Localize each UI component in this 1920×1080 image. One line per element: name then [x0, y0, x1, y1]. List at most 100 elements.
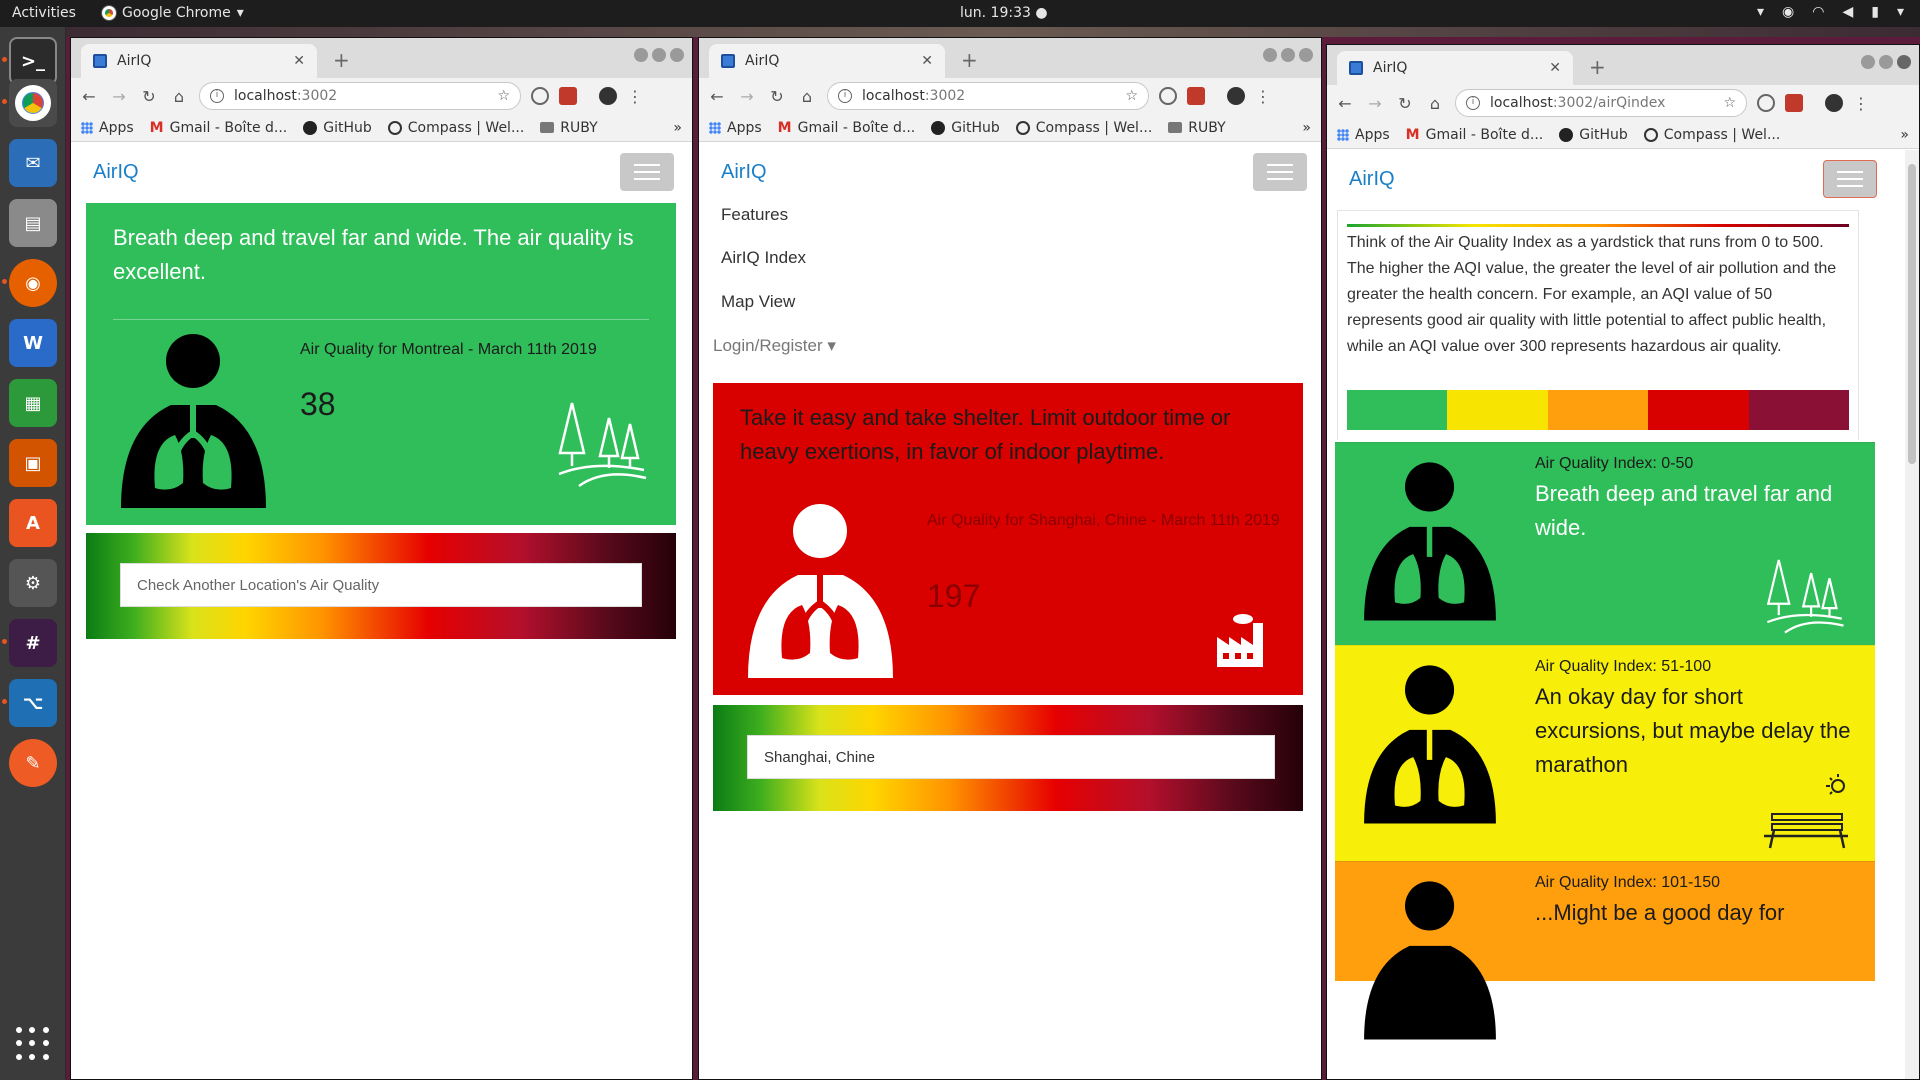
menu-toggle-button[interactable]: [1253, 153, 1307, 191]
minimize-button[interactable]: [1861, 55, 1875, 69]
software-icon[interactable]: A: [9, 499, 57, 547]
menu-kebab-icon[interactable]: ⋮: [1853, 94, 1869, 113]
wifi-icon[interactable]: ◠: [1812, 4, 1824, 20]
bookmark-gmail[interactable]: M Gmail - Boîte d...: [150, 120, 288, 136]
activities-button[interactable]: Activities: [12, 5, 76, 21]
bookmarks-overflow[interactable]: »: [673, 120, 682, 136]
close-window-button[interactable]: [1299, 48, 1313, 62]
bookmark-github[interactable]: GitHub: [303, 120, 372, 136]
maximize-button[interactable]: [1281, 48, 1295, 62]
extension-icon[interactable]: [559, 87, 577, 105]
brand-link[interactable]: AirIQ: [1349, 168, 1395, 191]
back-icon[interactable]: ←: [79, 87, 99, 106]
bookmark-compass[interactable]: Compass | Wel...: [1643, 127, 1780, 143]
address-bar[interactable]: i localhost:3002 ☆: [827, 82, 1149, 110]
bookmarks-overflow[interactable]: »: [1900, 127, 1909, 143]
maximize-button[interactable]: [1879, 55, 1893, 69]
profile-avatar[interactable]: [1227, 87, 1245, 105]
home-icon[interactable]: ⌂: [1425, 94, 1445, 113]
extension-icon[interactable]: [1757, 94, 1775, 112]
home-icon[interactable]: ⌂: [797, 87, 817, 106]
close-icon[interactable]: ✕: [1549, 60, 1561, 76]
new-tab-button[interactable]: +: [333, 48, 350, 72]
maximize-button[interactable]: [652, 48, 666, 62]
minimize-button[interactable]: [634, 48, 648, 62]
browser-tab[interactable]: AirIQ ✕: [81, 44, 317, 78]
bookmark-star-icon[interactable]: ☆: [1125, 88, 1138, 104]
bookmark-apps[interactable]: Apps: [709, 120, 762, 136]
browser-tab[interactable]: AirIQ ✕: [1337, 51, 1573, 85]
bookmark-star-icon[interactable]: ☆: [497, 88, 510, 104]
record-icon[interactable]: ◉: [1782, 4, 1794, 20]
info-icon[interactable]: i: [838, 89, 852, 103]
page-scrollbar[interactable]: [1905, 150, 1919, 1079]
extension-icon[interactable]: [531, 87, 549, 105]
calc-icon[interactable]: ▦: [9, 379, 57, 427]
bookmark-gmail[interactable]: M Gmail - Boîte d...: [778, 120, 916, 136]
home-icon[interactable]: ⌂: [169, 87, 189, 106]
browser-tab[interactable]: AirIQ ✕: [709, 44, 945, 78]
bookmark-ruby[interactable]: RUBY: [540, 120, 598, 136]
brand-link[interactable]: AirIQ: [721, 161, 767, 184]
extension-icon[interactable]: [1159, 87, 1177, 105]
bookmark-ruby[interactable]: RUBY: [1168, 120, 1226, 136]
reload-icon[interactable]: ↻: [139, 87, 159, 106]
menu-kebab-icon[interactable]: ⋮: [1255, 87, 1271, 106]
brand-link[interactable]: AirIQ: [93, 161, 139, 184]
nav-link-features[interactable]: Features: [721, 205, 788, 225]
close-icon[interactable]: ✕: [921, 53, 933, 69]
forward-icon[interactable]: →: [737, 87, 757, 106]
app-menu[interactable]: Google Chrome ▾: [102, 5, 244, 21]
impress-icon[interactable]: ▣: [9, 439, 57, 487]
postman-icon[interactable]: ✎: [9, 739, 57, 787]
system-tray[interactable]: ▾ ◉ ◠ ◀ ▮ ▾: [1757, 4, 1904, 20]
close-window-button[interactable]: [1897, 55, 1911, 69]
address-bar[interactable]: i localhost:3002/airQindex ☆: [1455, 89, 1747, 117]
location-search-input[interactable]: Shanghai, Chine: [747, 735, 1275, 779]
profile-avatar[interactable]: [1825, 94, 1843, 112]
reload-icon[interactable]: ↻: [767, 87, 787, 106]
back-icon[interactable]: ←: [707, 87, 727, 106]
power-menu-icon[interactable]: ▾: [1897, 4, 1904, 20]
thunderbird-icon[interactable]: ✉: [9, 139, 57, 187]
location-search-input[interactable]: Check Another Location's Air Quality: [120, 563, 642, 607]
menu-toggle-button[interactable]: [620, 153, 674, 191]
writer-icon[interactable]: W: [9, 319, 57, 367]
profile-avatar[interactable]: [599, 87, 617, 105]
back-icon[interactable]: ←: [1335, 94, 1355, 113]
forward-icon[interactable]: →: [1365, 94, 1385, 113]
address-bar[interactable]: i localhost:3002 ☆: [199, 82, 521, 110]
bookmark-github[interactable]: GitHub: [931, 120, 1000, 136]
chevron-down-icon[interactable]: ▾: [1757, 4, 1764, 20]
bookmarks-overflow[interactable]: »: [1302, 120, 1311, 136]
info-icon[interactable]: i: [210, 89, 224, 103]
battery-icon[interactable]: ▮: [1871, 4, 1879, 20]
vscode-icon[interactable]: ⌥: [9, 679, 57, 727]
close-icon[interactable]: ✕: [293, 53, 305, 69]
reload-icon[interactable]: ↻: [1395, 94, 1415, 113]
extension-icon[interactable]: [1187, 87, 1205, 105]
chrome-icon[interactable]: [9, 79, 57, 127]
volume-icon[interactable]: ◀: [1842, 4, 1853, 20]
bookmark-compass[interactable]: Compass | Wel...: [1015, 120, 1152, 136]
slack-icon[interactable]: #: [9, 619, 57, 667]
new-tab-button[interactable]: +: [961, 48, 978, 72]
minimize-button[interactable]: [1263, 48, 1277, 62]
settings-icon[interactable]: ⚙: [9, 559, 57, 607]
bookmark-gmail[interactable]: M Gmail - Boîte d...: [1406, 127, 1544, 143]
bookmark-apps[interactable]: Apps: [81, 120, 134, 136]
new-tab-button[interactable]: +: [1589, 55, 1606, 79]
clock[interactable]: lun. 19:33 ●: [960, 5, 1048, 21]
nav-link-airiq-index[interactable]: AirIQ Index: [721, 248, 806, 268]
close-window-button[interactable]: [670, 48, 684, 62]
files-icon[interactable]: ▤: [9, 199, 57, 247]
show-applications-icon[interactable]: [16, 1027, 50, 1061]
menu-toggle-button[interactable]: [1823, 160, 1877, 198]
info-icon[interactable]: i: [1466, 96, 1480, 110]
bookmark-star-icon[interactable]: ☆: [1723, 95, 1736, 111]
bookmark-github[interactable]: GitHub: [1559, 127, 1628, 143]
firefox-icon[interactable]: ◉: [9, 259, 57, 307]
bookmark-compass[interactable]: Compass | Wel...: [387, 120, 524, 136]
scrollbar-thumb[interactable]: [1908, 164, 1916, 464]
nav-link-map-view[interactable]: Map View: [721, 292, 795, 312]
